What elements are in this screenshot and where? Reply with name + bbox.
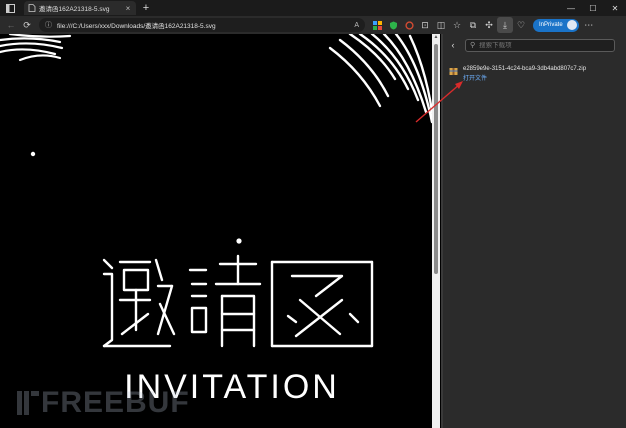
watermark: FREEBUF	[15, 386, 190, 420]
annotation-arrow	[415, 81, 463, 123]
watermark-text: FREEBUF	[41, 386, 190, 419]
watermark-logo-icon	[17, 391, 39, 415]
